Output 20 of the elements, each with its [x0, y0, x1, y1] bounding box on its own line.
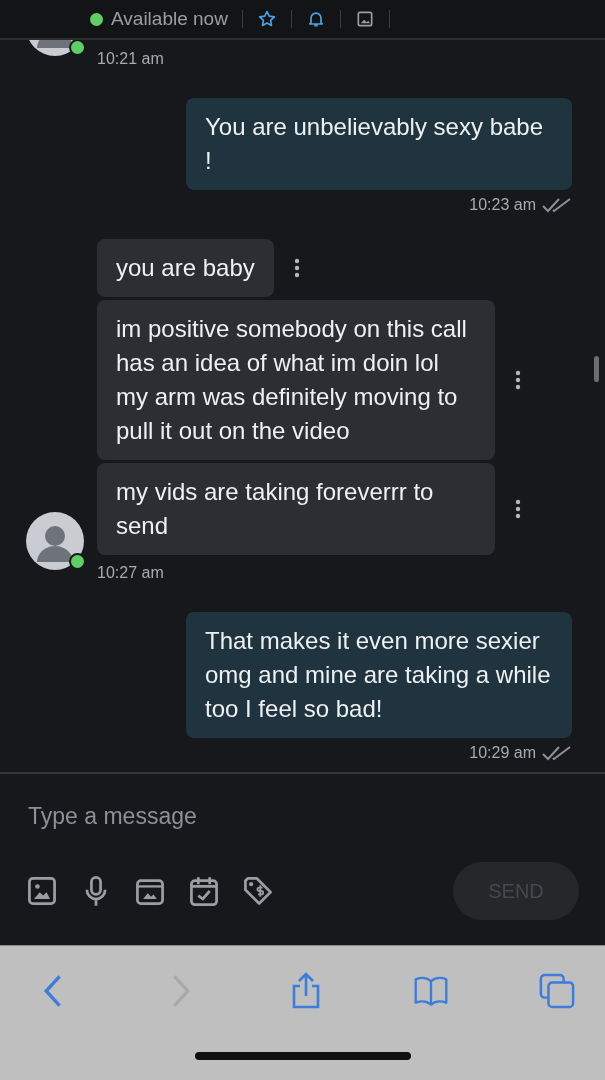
message-bubble: im positive somebody on this call has an idea of what im doin lol my arm was definitely moving to pull it out on the video: [97, 300, 495, 460]
message-bubble: That makes it even more sexier omg and mine are taking a while too I feel so bad!: [186, 612, 572, 738]
message-bubble: you are baby: [97, 239, 274, 297]
message-time: 10:21 am: [97, 50, 165, 68]
scrollbar[interactable]: [594, 356, 599, 382]
calendar-check-icon[interactable]: [188, 874, 220, 908]
message-bubble: my vids are taking foreverrr to send: [97, 463, 495, 555]
more-icon[interactable]: [293, 258, 300, 278]
avatar[interactable]: [26, 512, 84, 570]
message-time: 10:27 am: [97, 564, 165, 582]
message-field[interactable]: Type a message: [26, 774, 579, 858]
status-text: Available now: [111, 8, 228, 30]
star-icon[interactable]: [256, 9, 277, 29]
image-icon[interactable]: [26, 874, 58, 908]
more-icon[interactable]: [515, 370, 521, 390]
message-time: 10:23 am: [469, 196, 536, 214]
more-icon[interactable]: [515, 499, 521, 519]
message-bubble: You are unbelievably sexy babe !: [186, 98, 572, 190]
message-time: 10:29 am: [469, 744, 536, 762]
price-tag-icon[interactable]: [242, 874, 274, 908]
